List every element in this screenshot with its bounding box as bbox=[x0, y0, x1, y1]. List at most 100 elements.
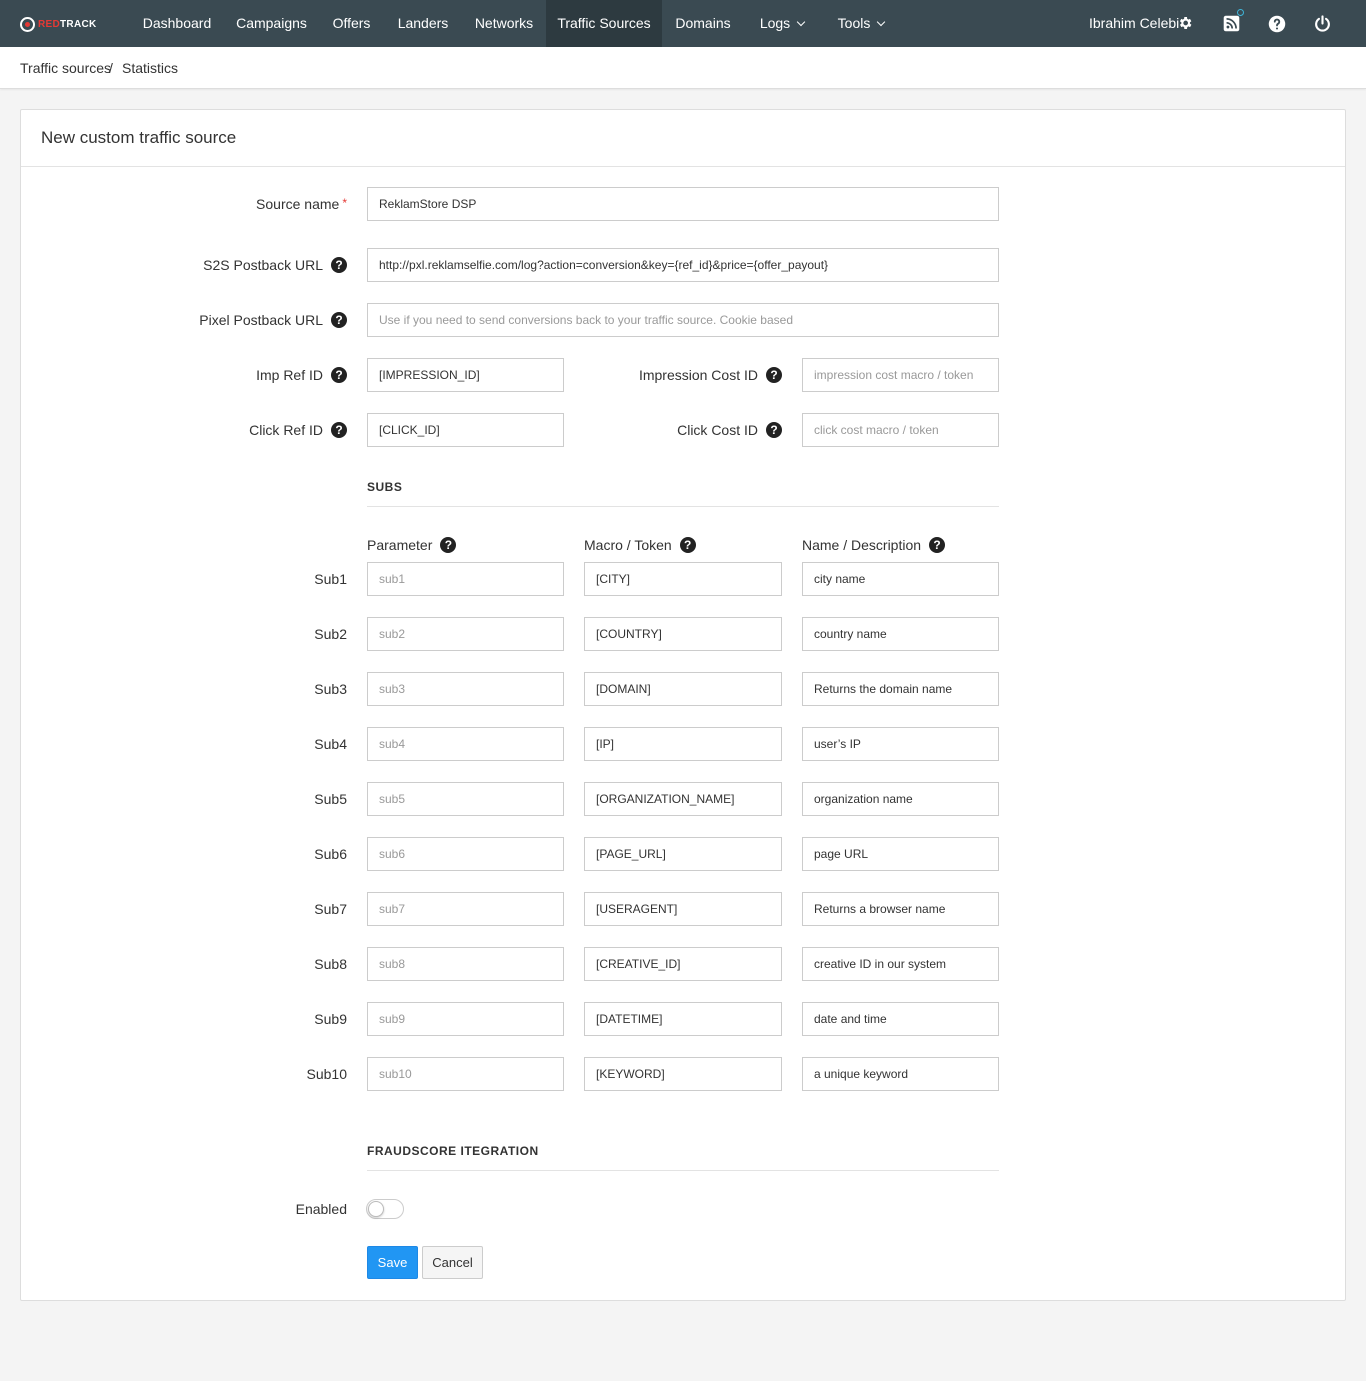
sub-macro-input[interactable] bbox=[584, 672, 782, 706]
breadcrumb-statistics[interactable]: Statistics bbox=[122, 60, 178, 76]
subs-section-title: SUBS bbox=[367, 480, 403, 494]
sub-parameter-input[interactable] bbox=[367, 892, 564, 926]
s2s-postback-label-text: S2S Postback URL bbox=[203, 257, 323, 273]
sub-row-label: Sub1 bbox=[314, 571, 347, 587]
nav-networks[interactable]: Networks bbox=[462, 0, 546, 47]
sub-macro-input[interactable] bbox=[584, 892, 782, 926]
subs-divider bbox=[367, 506, 999, 507]
click-cost-id-label-text: Click Cost ID bbox=[677, 422, 758, 438]
help-icon[interactable]: ? bbox=[440, 537, 457, 554]
sub-parameter-input[interactable] bbox=[367, 782, 564, 816]
parameter-column-header: Parameter? bbox=[367, 537, 457, 554]
imp-ref-id-input[interactable] bbox=[367, 358, 564, 392]
sub-row-label: Sub10 bbox=[306, 1066, 347, 1082]
chevron-down-icon bbox=[877, 17, 886, 27]
panel-header: New custom traffic source bbox=[21, 110, 1345, 167]
power-icon[interactable] bbox=[1314, 15, 1331, 32]
sub-row-label: Sub2 bbox=[314, 626, 347, 642]
sub-name-input[interactable] bbox=[802, 837, 999, 871]
help-icon[interactable]: ? bbox=[679, 537, 696, 554]
source-name-label-text: Source name bbox=[256, 196, 340, 212]
breadcrumb: Traffic sources / Statistics bbox=[0, 47, 1366, 89]
nav-dashboard[interactable]: Dashboard bbox=[130, 0, 224, 47]
top-navbar: RED TRACK Dashboard Campaigns Offers Lan… bbox=[0, 0, 1366, 47]
sub-name-input[interactable] bbox=[802, 1002, 999, 1036]
sub-parameter-input[interactable] bbox=[367, 1002, 564, 1036]
nav-tools[interactable]: Tools bbox=[822, 0, 900, 47]
sub-row-label: Sub4 bbox=[314, 736, 347, 752]
sub-macro-input[interactable] bbox=[584, 617, 782, 651]
logo-mark-icon bbox=[20, 16, 35, 32]
help-icon[interactable]: ? bbox=[331, 312, 347, 329]
help-icon[interactable]: ? bbox=[929, 537, 946, 554]
sub-name-input[interactable] bbox=[802, 672, 999, 706]
macro-column-header: Macro / Token? bbox=[584, 537, 696, 554]
sub-macro-input[interactable] bbox=[584, 727, 782, 761]
imp-ref-id-label-text: Imp Ref ID bbox=[256, 367, 323, 383]
help-icon[interactable]: ? bbox=[331, 422, 347, 439]
sub-parameter-input[interactable] bbox=[367, 727, 564, 761]
nav-landers[interactable]: Landers bbox=[384, 0, 462, 47]
breadcrumb-traffic-sources[interactable]: Traffic sources bbox=[20, 60, 111, 76]
sub-name-input[interactable] bbox=[802, 617, 999, 651]
nav-dashboard-label: Dashboard bbox=[142, 15, 212, 31]
impression-cost-id-input[interactable] bbox=[802, 358, 999, 392]
nav-domains[interactable]: Domains bbox=[662, 0, 744, 47]
sub-parameter-input[interactable] bbox=[367, 837, 564, 871]
sub-macro-input[interactable] bbox=[584, 782, 782, 816]
nav-offers[interactable]: Offers bbox=[319, 0, 384, 47]
sub-name-input[interactable] bbox=[802, 947, 999, 981]
sub-name-input[interactable] bbox=[802, 727, 999, 761]
sub-name-input[interactable] bbox=[802, 782, 999, 816]
help-icon[interactable]: ? bbox=[766, 422, 782, 439]
save-button[interactable]: Save bbox=[367, 1246, 418, 1279]
sub-name-input[interactable] bbox=[802, 562, 999, 596]
nav-campaigns-label: Campaigns bbox=[236, 15, 307, 31]
sub-name-input[interactable] bbox=[802, 892, 999, 926]
chevron-down-icon bbox=[796, 17, 806, 27]
sub-parameter-input[interactable] bbox=[367, 1057, 564, 1091]
logo-text-red: RED bbox=[38, 18, 61, 30]
sub-macro-input[interactable] bbox=[584, 837, 782, 871]
parameter-column-header-text: Parameter bbox=[367, 537, 433, 553]
nav-traffic-sources-label: Traffic Sources bbox=[557, 15, 651, 31]
rss-icon[interactable] bbox=[1223, 15, 1240, 32]
fraudscore-section-title: FRAUDSCORE ITEGRATION bbox=[367, 1144, 539, 1158]
nav-tools-label: Tools bbox=[837, 15, 871, 31]
sub-macro-input[interactable] bbox=[584, 562, 782, 596]
pixel-postback-url-input[interactable] bbox=[367, 303, 999, 337]
sub-row-label: Sub6 bbox=[314, 846, 347, 862]
s2s-postback-label: S2S Postback URL? bbox=[203, 257, 347, 274]
nav-landers-label: Landers bbox=[397, 15, 449, 31]
notification-dot-icon bbox=[1237, 9, 1244, 16]
nav-networks-label: Networks bbox=[474, 15, 534, 31]
sub-parameter-input[interactable] bbox=[367, 672, 564, 706]
sub-parameter-input[interactable] bbox=[367, 947, 564, 981]
redtrack-logo[interactable]: RED TRACK bbox=[20, 16, 97, 32]
click-cost-id-input[interactable] bbox=[802, 413, 999, 447]
fraudscore-enabled-toggle[interactable] bbox=[366, 1199, 404, 1219]
click-ref-id-label: Click Ref ID? bbox=[249, 422, 347, 439]
gear-icon[interactable] bbox=[1177, 15, 1193, 31]
logo-text-white: TRACK bbox=[60, 18, 97, 30]
help-icon[interactable]: ? bbox=[766, 367, 782, 384]
nav-traffic-sources[interactable]: Traffic Sources bbox=[546, 0, 662, 47]
user-menu[interactable]: Ibrahim Celebi bbox=[1089, 0, 1179, 47]
nav-logs[interactable]: Logs bbox=[744, 0, 820, 47]
help-icon[interactable] bbox=[1268, 15, 1286, 33]
sub-macro-input[interactable] bbox=[584, 947, 782, 981]
help-icon[interactable]: ? bbox=[331, 257, 347, 274]
click-ref-id-input[interactable] bbox=[367, 413, 564, 447]
nav-campaigns[interactable]: Campaigns bbox=[224, 0, 319, 47]
sub-name-input[interactable] bbox=[802, 1057, 999, 1091]
sub-parameter-input[interactable] bbox=[367, 617, 564, 651]
sub-parameter-input[interactable] bbox=[367, 562, 564, 596]
sub-macro-input[interactable] bbox=[584, 1002, 782, 1036]
source-name-input[interactable] bbox=[367, 187, 999, 221]
macro-column-header-text: Macro / Token bbox=[584, 537, 672, 553]
help-icon[interactable]: ? bbox=[331, 367, 347, 384]
s2s-postback-url-input[interactable] bbox=[367, 248, 999, 282]
pixel-postback-label-text: Pixel Postback URL bbox=[199, 312, 323, 328]
sub-macro-input[interactable] bbox=[584, 1057, 782, 1091]
cancel-button[interactable]: Cancel bbox=[422, 1246, 483, 1279]
